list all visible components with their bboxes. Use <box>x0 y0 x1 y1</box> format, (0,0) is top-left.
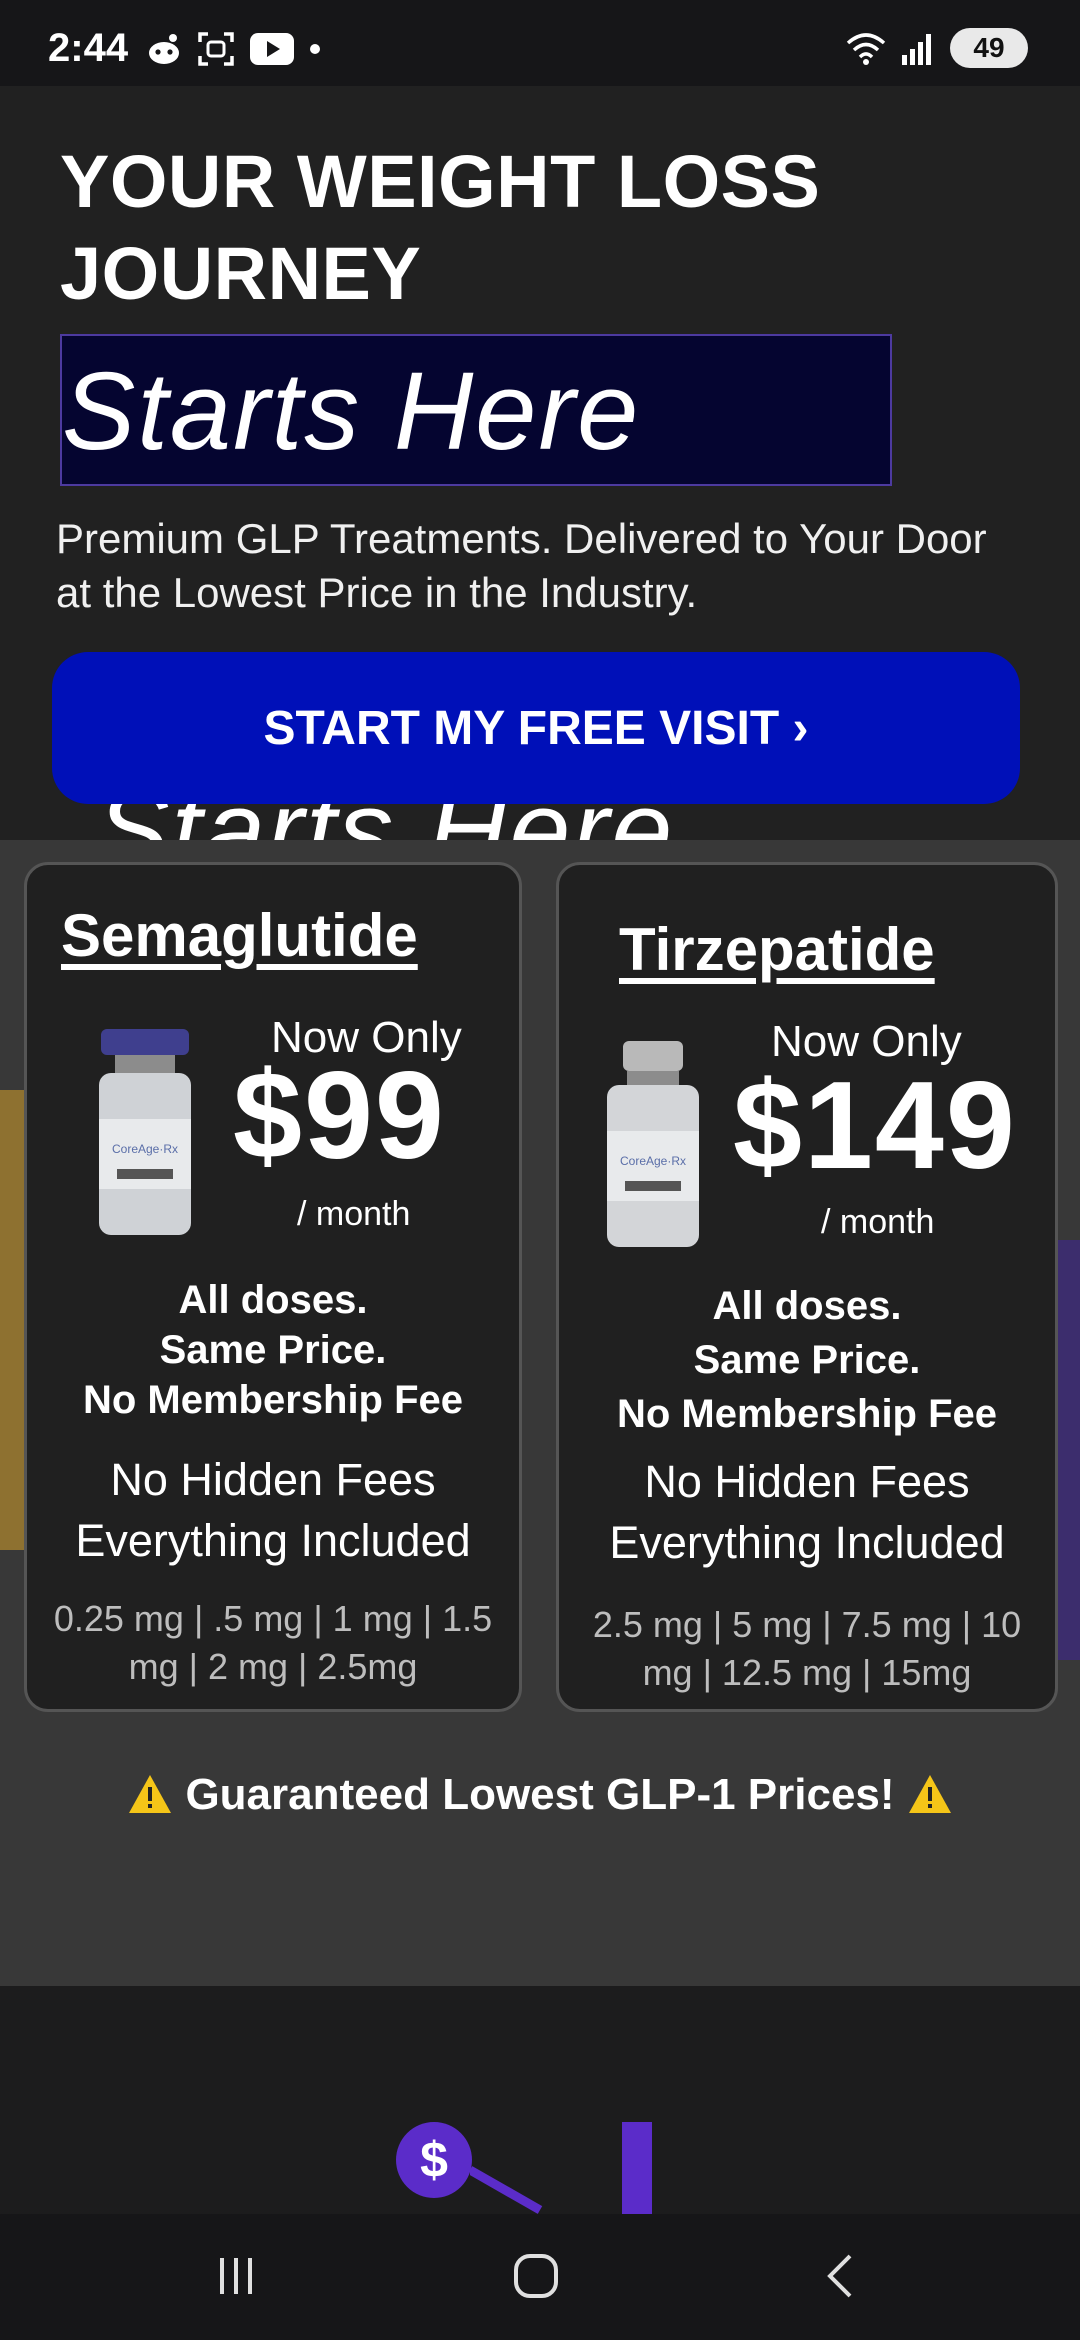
plan-benefits: All doses. Same Price. No Membership Fee <box>27 1275 519 1425</box>
recent-apps-button[interactable] <box>196 2244 276 2308</box>
plan-features: No Hidden Fees Everything Included <box>559 1451 1055 1573</box>
price: $99 <box>233 1047 446 1185</box>
home-button[interactable] <box>496 2244 576 2308</box>
battery-icon: 49 <box>950 28 1028 68</box>
pricing-card-tirzepatide[interactable]: Tirzepatide CoreAge·Rx Now Only $149 / m… <box>556 862 1058 1712</box>
recent-apps-icon <box>220 2258 252 2294</box>
pricing-card-semaglutide[interactable]: Semaglutide CoreAge·Rx Now Only $99 / mo… <box>24 862 522 1712</box>
warning-icon <box>908 1775 951 1813</box>
wifi-icon <box>846 33 886 65</box>
dot-icon <box>310 44 320 54</box>
hero-subtitle: Premium GLP Treatments. Delivered to You… <box>56 515 987 616</box>
start-free-visit-button[interactable]: START MY FREE VISIT › <box>52 652 1020 804</box>
feature-line: Everything Included <box>609 1517 1005 1568</box>
vial-label: CoreAge·Rx <box>620 1154 686 1168</box>
hero-title: YOUR WEIGHT LOSS JOURNEY <box>60 140 821 315</box>
vial-image: CoreAge·Rx <box>607 1041 699 1247</box>
vial-image: CoreAge·Rx <box>99 1029 191 1235</box>
benefit-line: No Membership Fee <box>616 1392 998 1436</box>
per-month-label: / month <box>821 1203 935 1241</box>
guarantee-banner: Guaranteed Lowest GLP-1 Prices! <box>0 1770 1080 1820</box>
plan-features: No Hidden Fees Everything Included <box>27 1449 519 1571</box>
feature-line: No Hidden Fees <box>644 1456 970 1507</box>
signal-icon <box>902 34 931 65</box>
pricing-section: Semaglutide CoreAge·Rx Now Only $99 / mo… <box>0 840 1080 1986</box>
back-button[interactable] <box>800 2244 880 2308</box>
status-icons-right: 49 <box>846 28 1028 68</box>
status-icons-left <box>146 30 322 68</box>
status-bar: 2:44 49 <box>0 0 1080 86</box>
per-month-label: / month <box>297 1195 411 1233</box>
chart-bar-icon <box>622 2122 652 2214</box>
plan-benefits: All doses. Same Price. No Membership Fee <box>559 1279 1055 1441</box>
feature-line: Everything Included <box>75 1515 471 1566</box>
price: $149 <box>733 1057 1017 1195</box>
hero-highlight: Starts Here <box>62 350 641 473</box>
benefit-line: Same Price. <box>159 1328 387 1372</box>
dollar-icon: $ <box>396 2122 472 2198</box>
screenshot-icon <box>198 32 234 66</box>
vial-label: CoreAge·Rx <box>112 1142 178 1156</box>
benefit-line: Same Price. <box>693 1338 921 1382</box>
warning-icon <box>129 1775 172 1813</box>
home-icon <box>514 2254 558 2298</box>
hero-section: YOUR WEIGHT LOSS JOURNEY Starts Here Pre… <box>0 86 1080 840</box>
card-title: Semaglutide <box>61 902 418 969</box>
benefit-line: No Membership Fee <box>82 1378 464 1422</box>
system-nav-bar <box>0 2214 1080 2340</box>
lower-section: $ <box>0 1986 1080 2214</box>
benefit-line: All doses. <box>178 1278 368 1322</box>
guarantee-text: Guaranteed Lowest GLP-1 Prices! <box>185 1770 895 1819</box>
reddit-icon <box>149 34 179 64</box>
youtube-icon <box>250 33 294 65</box>
back-icon <box>827 2254 852 2298</box>
dose-list: 2.5 mg | 5 mg | 7.5 mg | 10 mg | 12.5 mg… <box>592 1604 1022 1693</box>
benefit-line: All doses. <box>712 1284 902 1328</box>
feature-line: No Hidden Fees <box>110 1454 436 1505</box>
card-title: Tirzepatide <box>619 916 935 983</box>
dose-list: 0.25 mg | .5 mg | 1 mg | 1.5 mg | 2 mg |… <box>53 1598 493 1687</box>
background-decoration <box>0 1090 24 1550</box>
status-time: 2:44 <box>48 26 129 70</box>
pointer-line-icon <box>470 2166 543 2214</box>
